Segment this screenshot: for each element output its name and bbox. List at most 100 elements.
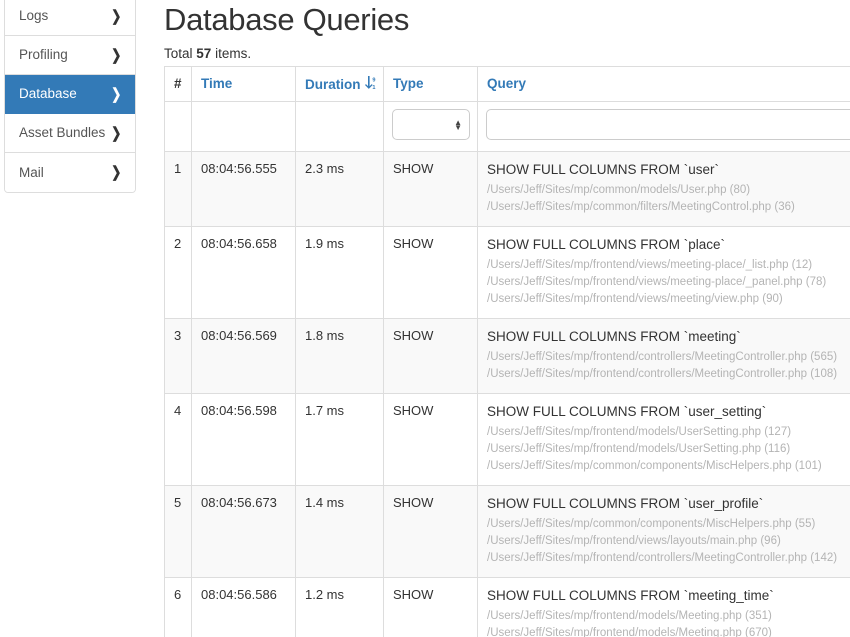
database-queries-table: # Time Duration 9 1 Type Query ▲ ▼ 1 08:…: [164, 66, 850, 637]
chevron-right-icon: ❯: [111, 164, 122, 181]
filter-cell-type: ▲ ▼: [383, 101, 478, 152]
column-header-num: #: [164, 66, 192, 102]
chevron-right-icon: ❯: [111, 124, 122, 142]
table-row[interactable]: 1 08:04:56.555 2.3 ms SHOW SHOW FULL COLUMNS…: [164, 151, 850, 227]
query-trace-line: /Users/Jeff/Sites/mp/frontend/models/Use…: [487, 426, 792, 438]
sidebar-item-mail[interactable]: Mail ❯: [5, 153, 135, 192]
cell-query: SHOW FULL COLUMNS FROM `user` /Users/Jeff…: [477, 151, 850, 227]
table-header: # Time Duration 9 1 Type Query: [164, 66, 850, 102]
query-trace-line: /Users/Jeff/Sites/mp/common/components/M…: [487, 460, 822, 472]
svg-text:1: 1: [372, 85, 375, 90]
sidebar-item-database[interactable]: Database ❯: [5, 75, 135, 114]
debug-panel-page: Logs ❯ Profiling ❯ Database ❯ Asset Bundles ❯ Ma…: [0, 0, 850, 637]
type-filter-select[interactable]: ▲ ▼: [392, 109, 470, 140]
chevron-right-icon: ❯: [111, 85, 122, 103]
cell-query: SHOW FULL COLUMNS FROM `place` /Users/Jef…: [477, 226, 850, 319]
query-trace-line: /Users/Jeff/Sites/mp/frontend/models/Mee…: [487, 610, 772, 622]
cell-time: 08:04:56.598: [191, 393, 296, 486]
filter-cell-query: [477, 101, 850, 152]
filter-cell-time: [191, 101, 296, 152]
sidebar-item-asset-bundles[interactable]: Asset Bundles ❯: [5, 114, 135, 153]
cell-num: 2: [164, 226, 192, 319]
column-header-query[interactable]: Query: [477, 66, 850, 102]
summary-prefix: Total: [164, 46, 197, 61]
sidebar-item-label: Logs: [19, 8, 49, 24]
sidebar-item-logs[interactable]: Logs ❯: [5, 0, 135, 36]
cell-time: 08:04:56.569: [191, 318, 296, 394]
debug-sidebar-nav: Logs ❯ Profiling ❯ Database ❯ Asset Bundles ❯ Ma…: [4, 0, 136, 193]
queries-table-scroll-area[interactable]: # Time Duration 9 1 Type Query ▲ ▼ 1 08:…: [164, 66, 850, 637]
column-header-label: Time: [201, 76, 233, 91]
column-header-label: Type: [393, 76, 424, 91]
table-body: ▲ ▼: [164, 101, 850, 152]
sort-numeric-down-icon: 91: [364, 76, 377, 93]
cell-num: 5: [164, 485, 192, 578]
table-row[interactable]: 5 08:04:56.673 1.4 ms SHOW SHOW FULL COLUMNS…: [164, 485, 850, 578]
cell-num: 4: [164, 393, 192, 486]
sidebar-item-label: Asset Bundles: [19, 125, 106, 141]
cell-query: SHOW FULL COLUMNS FROM `meeting` /Users/J…: [477, 318, 850, 394]
query-trace-line: /Users/Jeff/Sites/mp/common/filters/Meet…: [487, 201, 795, 213]
cell-type: SHOW: [383, 485, 478, 578]
cell-type: SHOW: [383, 393, 478, 486]
main-content: Database Queries Total 57 items. # Time Du…: [160, 0, 850, 637]
query-trace-line: /Users/Jeff/Sites/mp/frontend/models/Mee…: [487, 627, 772, 637]
query-sql-text: SHOW FULL COLUMNS FROM `meeting`: [487, 329, 741, 344]
column-header-label: #: [174, 76, 182, 91]
query-trace-line: /Users/Jeff/Sites/mp/common/components/M…: [487, 518, 816, 530]
query-trace-line: /Users/Jeff/Sites/mp/common/models/User.…: [487, 184, 751, 196]
cell-type: SHOW: [383, 318, 478, 394]
cell-num: 3: [164, 318, 192, 394]
cell-duration: 1.7 ms: [295, 393, 384, 486]
cell-time: 08:04:56.555: [191, 151, 296, 227]
cell-duration: 1.9 ms: [295, 226, 384, 319]
column-header-duration[interactable]: Duration 9 1: [295, 66, 384, 102]
column-header-label: Query: [487, 76, 527, 91]
query-trace-line: /Users/Jeff/Sites/mp/frontend/models/Use…: [487, 443, 791, 455]
cell-time: 08:04:56.673: [191, 485, 296, 578]
query-sql-text: SHOW FULL COLUMNS FROM `user_profile`: [487, 496, 764, 511]
column-header-type[interactable]: Type: [383, 66, 478, 102]
query-trace-line: /Users/Jeff/Sites/mp/frontend/views/meet…: [487, 276, 827, 288]
cell-duration: 2.3 ms: [295, 151, 384, 227]
cell-query: SHOW FULL COLUMNS FROM `user_setting` /Us…: [477, 393, 850, 486]
column-header-label: Duration: [305, 77, 361, 92]
filter-cell-duration: [295, 101, 384, 152]
cell-query: SHOW FULL COLUMNS FROM `meeting_time` /Us…: [477, 577, 850, 637]
sidebar-item-label: Mail: [19, 164, 44, 180]
table-rows-body: 1 08:04:56.555 2.3 ms SHOW SHOW FULL COLUMNS…: [164, 151, 850, 637]
cell-type: SHOW: [383, 577, 478, 637]
cell-time: 08:04:56.586: [191, 577, 296, 637]
query-trace-line: /Users/Jeff/Sites/mp/frontend/views/meet…: [487, 259, 813, 271]
cell-duration: 1.4 ms: [295, 485, 384, 578]
chevron-right-icon: ❯: [111, 46, 122, 64]
filter-cell-num: [164, 101, 192, 152]
query-trace-line: /Users/Jeff/Sites/mp/frontend/controller…: [487, 552, 838, 564]
query-trace-line: /Users/Jeff/Sites/mp/frontend/views/meet…: [487, 293, 783, 305]
summary-suffix: items.: [211, 46, 252, 61]
cell-time: 08:04:56.658: [191, 226, 296, 319]
table-row[interactable]: 6 08:04:56.586 1.2 ms SHOW SHOW FULL COLUMNS…: [164, 577, 850, 637]
cell-num: 6: [164, 577, 192, 637]
table-row[interactable]: 2 08:04:56.658 1.9 ms SHOW SHOW FULL COLUMNS…: [164, 226, 850, 319]
query-sql-text: SHOW FULL COLUMNS FROM `user`: [487, 162, 720, 177]
chevron-right-icon: ❯: [111, 7, 122, 25]
query-trace-line: /Users/Jeff/Sites/mp/frontend/controller…: [487, 368, 838, 380]
query-trace-line: /Users/Jeff/Sites/mp/frontend/views/layo…: [487, 535, 781, 547]
page-title: Database Queries: [164, 2, 410, 37]
query-sql-text: SHOW FULL COLUMNS FROM `user_setting`: [487, 404, 767, 419]
column-header-time[interactable]: Time: [191, 66, 296, 102]
table-row[interactable]: 4 08:04:56.598 1.7 ms SHOW SHOW FULL COLUMNS…: [164, 393, 850, 486]
table-row[interactable]: 3 08:04:56.569 1.8 ms SHOW SHOW FULL COLUMNS…: [164, 318, 850, 394]
cell-duration: 1.8 ms: [295, 318, 384, 394]
svg-text:9: 9: [372, 77, 375, 83]
cell-type: SHOW: [383, 151, 478, 227]
cell-num: 1: [164, 151, 192, 227]
filter-row: ▲ ▼: [164, 101, 850, 152]
sidebar-item-profiling[interactable]: Profiling ❯: [5, 36, 135, 75]
sidebar-item-label: Database: [19, 86, 77, 102]
query-filter-input[interactable]: [486, 109, 850, 140]
cell-duration: 1.2 ms: [295, 577, 384, 637]
summary-count: 57: [196, 46, 212, 61]
query-sql-text: SHOW FULL COLUMNS FROM `place`: [487, 237, 726, 252]
